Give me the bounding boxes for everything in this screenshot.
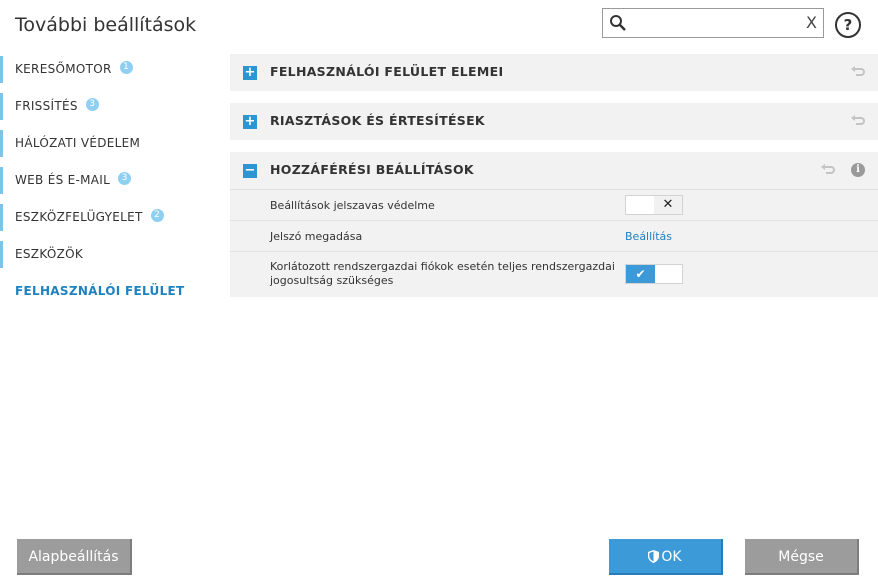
page-title: További beállítások: [15, 14, 197, 36]
setting-row-admin-rights: Korlátozott rendszergazdai fiókok esetén…: [230, 251, 878, 298]
ok-label: OK: [661, 549, 682, 565]
setting-row-set-password: Jelszó megadása Beállítás: [230, 220, 878, 251]
setting-label: Korlátozott rendszergazdai fiókok esetén…: [270, 260, 615, 288]
sidebar-item-keresomotor[interactable]: KERESŐMOTOR 1: [0, 52, 220, 89]
sidebar-item-label: HÁLÓZATI VÉDELEM: [15, 136, 141, 150]
sidebar: KERESŐMOTOR 1 FRISSÍTÉS 3 HÁLÓZATI VÉDELEM…: [0, 52, 220, 311]
count-badge: 2: [150, 209, 164, 222]
info-icon[interactable]: i: [851, 163, 865, 177]
setting-label: Jelszó megadása: [270, 230, 363, 243]
section-header[interactable]: + RIASZTÁSOK ÉS ÉRTESÍTÉSEK: [230, 103, 878, 140]
clear-icon[interactable]: X: [806, 13, 817, 33]
section-title: RIASZTÁSOK ÉS ÉRTESÍTÉSEK: [270, 113, 485, 128]
cancel-button[interactable]: Mégse: [745, 539, 859, 575]
setting-label-line: Korlátozott rendszergazdai fiókok esetén…: [270, 260, 615, 273]
setting-row-password-protection: Beállítások jelszavas védelme ✕: [230, 189, 878, 220]
admin-rights-toggle[interactable]: ✔: [625, 264, 683, 284]
search-box[interactable]: X: [602, 8, 824, 38]
sidebar-item-eszkozok[interactable]: ESZKÖZÖK: [0, 237, 220, 274]
search-input[interactable]: [631, 13, 803, 35]
search-icon: [610, 15, 626, 31]
section-header[interactable]: + FELHASZNÁLÓI FELÜLET ELEMEI: [230, 54, 878, 91]
count-badge: 3: [118, 172, 132, 185]
section-alerts: + RIASZTÁSOK ÉS ÉRTESÍTÉSEK: [230, 103, 878, 140]
sidebar-item-label: ESZKÖZÖK: [15, 247, 84, 261]
sidebar-item-halozati-vedelem[interactable]: HÁLÓZATI VÉDELEM: [0, 126, 220, 163]
ok-button[interactable]: OK: [609, 539, 723, 575]
revert-icon[interactable]: [821, 164, 835, 176]
help-icon[interactable]: ?: [835, 12, 861, 38]
default-button[interactable]: Alapbeállítás: [17, 539, 132, 575]
setting-label: Beállítások jelszavas védelme: [270, 199, 435, 212]
expand-icon[interactable]: +: [243, 66, 257, 80]
sidebar-item-felhasznaloi-felulet[interactable]: FELHASZNÁLÓI FELÜLET: [0, 274, 220, 311]
setting-label-line: jogosultság szükséges: [270, 274, 394, 287]
count-badge: 3: [85, 98, 99, 111]
set-password-link[interactable]: Beállítás: [625, 230, 672, 243]
sidebar-item-web-es-email[interactable]: WEB ÉS E-MAIL 3: [0, 163, 220, 200]
sidebar-item-label: WEB ÉS E-MAIL: [15, 173, 111, 187]
section-header[interactable]: − HOZZÁFÉRÉSI BEÁLLÍTÁSOK i: [230, 152, 878, 189]
toggle-off-icon: ✕: [654, 196, 682, 214]
revert-icon[interactable]: [851, 66, 865, 78]
sidebar-item-frissites[interactable]: FRISSÍTÉS 3: [0, 89, 220, 126]
sidebar-item-label: ESZKÖZFELÜGYELET: [15, 210, 143, 224]
sidebar-item-label: KERESŐMOTOR: [15, 62, 112, 76]
collapse-icon[interactable]: −: [243, 164, 257, 178]
shield-icon: [648, 549, 660, 563]
sidebar-item-label: FRISSÍTÉS: [15, 99, 78, 113]
sidebar-item-eszkozfelugyelet[interactable]: ESZKÖZFELÜGYELET 2: [0, 200, 220, 237]
section-title: FELHASZNÁLÓI FELÜLET ELEMEI: [270, 64, 504, 79]
revert-icon[interactable]: [851, 115, 865, 127]
expand-icon[interactable]: +: [243, 115, 257, 129]
password-protection-toggle[interactable]: ✕: [625, 195, 683, 215]
checkmark-icon: ✔: [626, 265, 655, 283]
section-ui-elements: + FELHASZNÁLÓI FELÜLET ELEMEI: [230, 54, 878, 91]
count-badge: 1: [119, 61, 133, 74]
section-title: HOZZÁFÉRÉSI BEÁLLÍTÁSOK: [270, 162, 474, 177]
sidebar-item-label: FELHASZNÁLÓI FELÜLET: [15, 284, 185, 298]
section-access-settings: − HOZZÁFÉRÉSI BEÁLLÍTÁSOK i Beállítások …: [230, 152, 878, 297]
